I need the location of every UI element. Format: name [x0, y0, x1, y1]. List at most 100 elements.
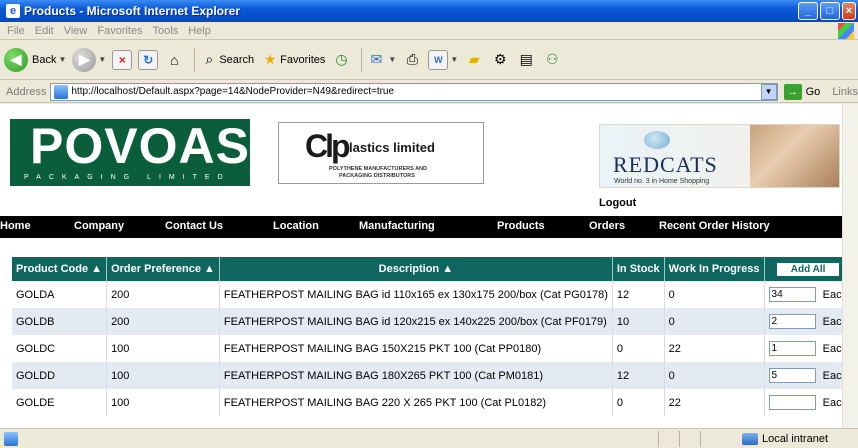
- zone-label: Local intranet: [761, 432, 828, 445]
- maximize-button[interactable]: □: [820, 2, 840, 20]
- povoas-logo-text: POVOAS: [30, 118, 250, 174]
- window-title: Products - Microsoft Internet Explorer: [24, 4, 241, 18]
- cell-qty: Each: [764, 281, 853, 308]
- print-icon[interactable]: ⎙: [402, 50, 422, 70]
- table-row: GOLDE 100 FEATHERPOST MAILING BAG 220 X …: [12, 389, 853, 416]
- research-icon[interactable]: ▤: [516, 50, 536, 70]
- table-row: GOLDB 200 FEATHERPOST MAILING BAG id 120…: [12, 308, 853, 335]
- table-row: GOLDC 100 FEATHERPOST MAILING BAG 150X21…: [12, 335, 853, 362]
- cell-desc: FEATHERPOST MAILING BAG id 110x165 ex 13…: [219, 281, 613, 308]
- star-icon: ★: [263, 51, 277, 67]
- people-icon[interactable]: ⚇: [542, 50, 562, 70]
- address-url: http://localhost/Default.aspx?page=14&No…: [71, 86, 395, 97]
- cell-wip: 22: [664, 389, 765, 416]
- nav-location[interactable]: Location: [273, 220, 319, 232]
- edit-word-icon[interactable]: W: [428, 49, 449, 70]
- povoas-logo: POVOAS PACKAGING LIMITED: [10, 118, 250, 186]
- ie-icon: e: [6, 4, 20, 18]
- cell-code: GOLDC: [12, 335, 108, 362]
- toolbar: ◀ Back ▼ ▶ ▼ × ↻ ⌂ ⌕ Search ★ Favorites …: [0, 40, 858, 80]
- table-header-row: Product Code ▲ Order Preference ▲ Descri…: [12, 257, 853, 281]
- add-all-button[interactable]: Add All: [775, 261, 841, 277]
- cell-pref: 200: [106, 308, 220, 335]
- cell-stock: 12: [612, 362, 665, 389]
- col-description[interactable]: Description ▲: [219, 257, 613, 281]
- stop-icon[interactable]: ×: [112, 49, 133, 70]
- menu-view[interactable]: View: [64, 25, 88, 37]
- cell-wip: 22: [664, 335, 765, 362]
- links-button[interactable]: Links: [832, 86, 858, 98]
- page-icon: [54, 84, 69, 99]
- cell-qty: Each: [764, 362, 853, 389]
- cell-wip: 0: [664, 362, 765, 389]
- history-icon[interactable]: ◷: [331, 50, 351, 70]
- cell-wip: 0: [664, 281, 765, 308]
- col-order-preference[interactable]: Order Preference ▲: [106, 257, 220, 281]
- table-row: GOLDA 200 FEATHERPOST MAILING BAG id 110…: [12, 281, 853, 308]
- nav-contact-us[interactable]: Contact Us: [165, 220, 223, 232]
- windows-logo-icon: [838, 22, 854, 39]
- menu-tools[interactable]: Tools: [153, 25, 179, 37]
- address-input[interactable]: http://localhost/Default.aspx?page=14&No…: [50, 82, 778, 101]
- favorites-button[interactable]: ★ Favorites: [260, 50, 326, 70]
- menu-edit[interactable]: Edit: [35, 25, 54, 37]
- nav-orders[interactable]: Orders: [589, 220, 625, 232]
- cell-pref: 100: [106, 389, 220, 416]
- chevron-down-icon[interactable]: ▼: [760, 83, 777, 100]
- cell-qty: Each: [764, 335, 853, 362]
- go-label: Go: [805, 85, 821, 98]
- redcats-photo: [750, 125, 839, 187]
- forward-button[interactable]: ▶ ▼: [72, 47, 107, 72]
- title-bar: e Products - Microsoft Internet Explorer…: [0, 0, 858, 22]
- go-button[interactable]: → Go: [783, 83, 821, 100]
- nav-manufacturing[interactable]: Manufacturing: [359, 220, 435, 232]
- clp-logo-sub1: POLYTHENE MANUFACTURERS AND: [329, 166, 427, 172]
- refresh-icon[interactable]: ↻: [138, 49, 159, 70]
- home-icon[interactable]: ⌂: [164, 50, 184, 70]
- menu-bar: File Edit View Favorites Tools Help: [0, 22, 858, 40]
- col-in-stock: In Stock: [612, 257, 665, 281]
- cell-stock: 0: [612, 389, 665, 416]
- minimize-button[interactable]: _: [798, 2, 818, 20]
- col-product-code[interactable]: Product Code ▲: [12, 257, 108, 281]
- cell-desc: FEATHERPOST MAILING BAG id 120x215 ex 14…: [219, 308, 613, 335]
- chevron-down-icon: ▼: [98, 55, 107, 64]
- page-viewport: POVOAS PACKAGING LIMITED Clp lastics lim…: [0, 104, 858, 428]
- nav-home[interactable]: Home: [0, 220, 31, 232]
- col-work-in-progress: Work In Progress: [664, 257, 765, 281]
- address-label: Address: [6, 85, 47, 98]
- favorites-label: Favorites: [280, 53, 326, 66]
- redcats-name: REDCATS: [613, 152, 718, 177]
- menu-favorites[interactable]: Favorites: [97, 25, 142, 37]
- cell-code: GOLDA: [12, 281, 108, 308]
- clp-logo-sub2: PACKAGING DISTRIBUTORS: [339, 173, 415, 179]
- cell-pref: 100: [106, 335, 220, 362]
- address-bar: Address http://localhost/Default.aspx?pa…: [0, 81, 858, 103]
- globe-icon: [644, 131, 670, 149]
- cell-code: GOLDD: [12, 362, 108, 389]
- quantity-input[interactable]: [768, 368, 816, 383]
- nav-company[interactable]: Company: [74, 220, 124, 232]
- quantity-input[interactable]: [768, 341, 816, 356]
- vertical-scrollbar[interactable]: [842, 104, 858, 428]
- menu-file[interactable]: File: [7, 25, 25, 37]
- messenger-icon[interactable]: ⚙: [490, 50, 510, 70]
- logout-link[interactable]: Logout: [599, 197, 636, 209]
- nav-products[interactable]: Products: [497, 220, 545, 232]
- cell-pref: 100: [106, 362, 220, 389]
- quantity-input[interactable]: [768, 287, 816, 302]
- cell-wip: 0: [664, 308, 765, 335]
- close-button[interactable]: ×: [842, 2, 856, 20]
- nav-recent-order-history[interactable]: Recent Order History: [659, 220, 770, 232]
- status-bar: Local intranet: [0, 428, 858, 448]
- clp-logo-name: lastics limited: [349, 140, 435, 155]
- folder-icon[interactable]: ▰: [464, 50, 484, 70]
- quantity-input[interactable]: [768, 395, 816, 410]
- mail-icon[interactable]: ✉: [366, 50, 386, 70]
- back-arrow-icon: ◀: [4, 47, 28, 72]
- back-button[interactable]: ◀ Back ▼: [4, 47, 66, 72]
- search-button[interactable]: ⌕ Search: [199, 50, 254, 70]
- quantity-input[interactable]: [768, 314, 816, 329]
- menu-help[interactable]: Help: [188, 25, 211, 37]
- col-add-all: Add All: [764, 257, 853, 281]
